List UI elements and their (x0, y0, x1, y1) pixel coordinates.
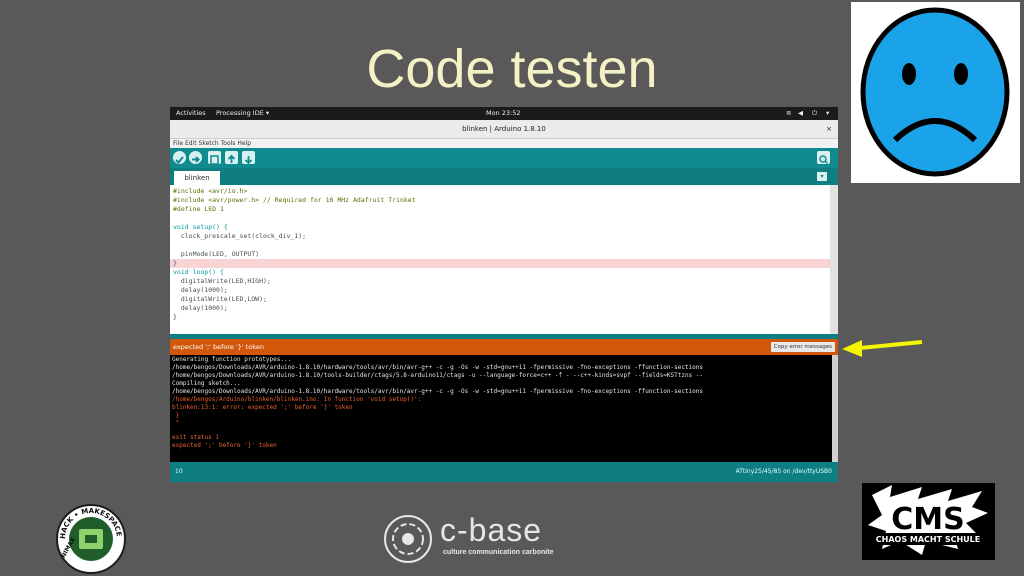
chevron-down-icon[interactable]: ▾ (826, 107, 829, 120)
console-line: Compiling sketch... (172, 380, 241, 387)
editor-scrollbar[interactable] (830, 185, 838, 334)
console-scrollbar[interactable] (832, 355, 838, 462)
arduino-ide-screenshot: Activities Processing IDE ▾ Mon 23:52 ≋ … (170, 107, 838, 482)
error-bar: expected ';' before '}' token Copy error… (170, 339, 838, 355)
console-line: exit status 1 (172, 434, 219, 441)
close-button[interactable]: × (826, 120, 832, 138)
open-button[interactable] (225, 151, 238, 164)
menu-tools[interactable]: Tools (221, 140, 236, 147)
console-line: ^ (172, 420, 180, 427)
menu-file[interactable]: File (173, 140, 183, 147)
console-line: Generating function prototypes... (172, 356, 292, 363)
menu-bar: File Edit Sketch Tools Help (170, 139, 838, 148)
console-line: } (172, 412, 180, 419)
code-line: void loop() { (173, 268, 224, 276)
hack-makespace-logo: HACK • MAKESPACE NIMAX (56, 504, 126, 574)
verify-button[interactable] (173, 151, 186, 164)
console-line: /home/bengos/Downloads/AVR/arduino-1.8.1… (172, 372, 704, 379)
console-line: blinken:13:1: error: expected ';' before… (172, 404, 353, 411)
tab-blinken[interactable]: blinken (174, 171, 220, 185)
chaos-macht-schule-logo: CMS CHAOS MACHT SCHULE (862, 483, 995, 560)
code-line: digitalWrite(LED,LOW); (173, 295, 267, 303)
code-line: pinMode(LED, OUTPUT) (173, 250, 260, 258)
new-button[interactable] (208, 151, 221, 165)
code-line: delay(1000); (173, 304, 228, 312)
cms-logo-text: CMS (891, 502, 964, 537)
save-button[interactable] (242, 151, 255, 165)
code-line: } (173, 313, 177, 321)
gnome-top-bar: Activities Processing IDE ▾ Mon 23:52 ≋ … (170, 107, 838, 120)
arrow-pointer-icon (842, 340, 923, 357)
console-line: /home/bengos/Downloads/AVR/arduino-1.8.1… (172, 364, 704, 371)
power-icon[interactable]: ⏻ (812, 107, 817, 120)
console-line: expected ';' before '}' token (172, 442, 277, 449)
board-info: ATtiny25/45/85 on /dev/ttyUSB0 (735, 468, 832, 475)
serial-monitor-icon[interactable] (817, 151, 830, 165)
c-base-tagline: culture communication carbonite (443, 549, 554, 556)
code-line: digitalWrite(LED,HIGH); (173, 277, 271, 285)
toolbar (170, 148, 838, 168)
upload-button[interactable] (189, 151, 202, 164)
window-title: blinken | Arduino 1.8.10 (462, 125, 546, 133)
wifi-icon[interactable]: ≋ (786, 107, 791, 120)
menu-sketch[interactable]: Sketch (199, 140, 219, 147)
code-line: #define LED 1 (173, 205, 224, 213)
window-titlebar: blinken | Arduino 1.8.10 × (170, 120, 838, 139)
line-number: 10 (175, 468, 183, 475)
console-output[interactable]: Generating function prototypes.../home/b… (170, 355, 832, 462)
volume-icon[interactable]: ◀ (798, 107, 803, 120)
code-editor[interactable]: #include <avr/io.h> #include <avr/power.h… (170, 185, 830, 334)
sad-face-icon (860, 7, 1010, 177)
code-line: } (173, 259, 177, 267)
c-base-wordmark: c-base (440, 512, 543, 548)
copy-error-button[interactable]: Copy error messages (770, 342, 835, 352)
error-line-highlight (170, 259, 830, 268)
code-line: clock_prescale_set(clock_div_1); (173, 232, 307, 240)
code-line: delay(1000); (173, 286, 228, 294)
status-bar: 10 ATtiny25/45/85 on /dev/ttyUSB0 (170, 462, 838, 482)
menu-edit[interactable]: Edit (185, 140, 197, 147)
activities-button[interactable]: Activities (176, 107, 206, 120)
app-menu[interactable]: Processing IDE ▾ (216, 107, 269, 120)
tab-menu-icon[interactable]: ▾ (817, 172, 827, 181)
code-line: void setup() { (173, 223, 228, 231)
console-line: /home/bengos/Arduino/blinken/blinken.ino… (172, 396, 422, 403)
code-line: #include <avr/io.h> (173, 187, 248, 195)
clock[interactable]: Mon 23:52 (486, 107, 521, 120)
console-line: /home/bengos/Downloads/AVR/arduino-1.8.1… (172, 388, 704, 395)
sad-face-image (851, 2, 1020, 183)
tab-bar: blinken ▾ (170, 168, 838, 185)
error-message: expected ';' before '}' token (173, 343, 264, 351)
code-line: #include <avr/power.h> // Required for 1… (173, 196, 416, 204)
cms-tagline: CHAOS MACHT SCHULE (876, 535, 980, 544)
menu-help[interactable]: Help (237, 140, 251, 147)
